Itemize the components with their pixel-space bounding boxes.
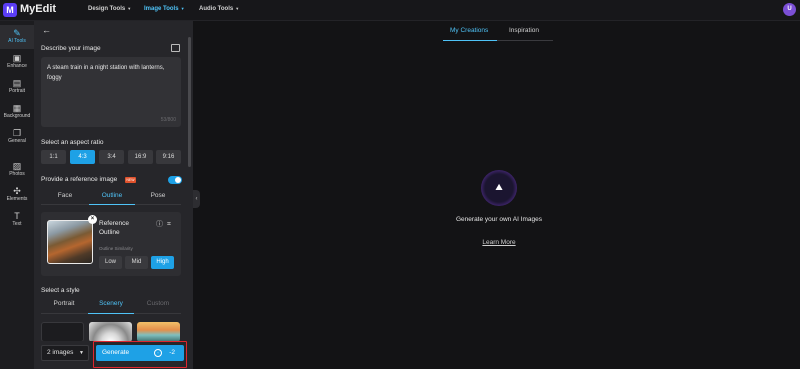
- ratio-4-3[interactable]: 4:3: [70, 150, 95, 164]
- image-upload-icon[interactable]: [171, 44, 180, 52]
- tab-custom[interactable]: Custom: [140, 300, 176, 307]
- chevron-down-icon: ▼: [235, 6, 240, 11]
- reference-title: Reference Outline: [99, 220, 129, 236]
- nav-image-tools[interactable]: Image Tools ▼: [144, 6, 185, 12]
- tab-active-underline: [89, 204, 135, 205]
- image-icon: ⛰: [495, 182, 503, 192]
- similarity-high[interactable]: High: [151, 256, 174, 269]
- tab-outline[interactable]: Outline: [95, 192, 129, 199]
- rail-item-text[interactable]: T Text: [0, 208, 34, 232]
- general-icon: ❐: [12, 128, 22, 138]
- learn-more-link[interactable]: Learn More: [475, 239, 523, 246]
- photos-icon: ▨: [12, 161, 22, 171]
- style-thumb-mandala[interactable]: [89, 322, 132, 342]
- myedit-logo-icon[interactable]: M: [3, 3, 17, 17]
- reference-toggle[interactable]: [168, 176, 182, 184]
- rail-item-portrait[interactable]: ▤ Portrait: [0, 75, 34, 99]
- portrait-icon: ▤: [12, 78, 22, 88]
- brand-name[interactable]: MyEdit: [20, 3, 56, 15]
- tab-scenery[interactable]: Scenery: [92, 300, 130, 307]
- describe-label: Describe your image: [41, 45, 101, 52]
- tab-face[interactable]: Face: [50, 192, 80, 199]
- char-counter: 53/800: [160, 117, 176, 123]
- rail-item-general[interactable]: ❐ General: [0, 125, 34, 149]
- avatar[interactable]: U: [783, 3, 796, 16]
- chevron-down-icon: ▼: [79, 350, 84, 356]
- similarity-mid[interactable]: Mid: [125, 256, 148, 269]
- close-icon[interactable]: ×: [88, 215, 97, 224]
- magic-wand-icon: ✎: [13, 28, 21, 38]
- collapse-panel-button[interactable]: ‹: [193, 190, 200, 208]
- reference-label: Provide a reference image: [41, 176, 118, 183]
- chevron-left-icon: ‹: [195, 196, 198, 202]
- style-thumb-landscape[interactable]: [137, 322, 180, 342]
- rail-item-enhance[interactable]: ▣ Enhance: [0, 50, 34, 74]
- crop-icon[interactable]: ⌗: [167, 221, 175, 228]
- back-arrow-icon[interactable]: ←: [42, 25, 51, 35]
- prompt-text[interactable]: A steam train in a night station with la…: [47, 63, 169, 83]
- nav-audio-tools[interactable]: Audio Tools ▼: [199, 6, 239, 12]
- style-thumb-none[interactable]: [41, 322, 84, 342]
- nav-design-tools[interactable]: Design Tools ▼: [88, 6, 131, 12]
- empty-state-title: Generate your own AI Images: [456, 216, 542, 223]
- info-icon[interactable]: ⓘ: [156, 221, 167, 228]
- ratio-1-1[interactable]: 1:1: [41, 150, 66, 164]
- image-count-select[interactable]: 2 images ▼: [41, 345, 89, 361]
- style-label: Select a style: [41, 287, 80, 294]
- reference-thumbnail[interactable]: [47, 220, 93, 264]
- tab-inspiration[interactable]: Inspiration: [509, 27, 539, 34]
- ratio-16-9[interactable]: 16:9: [128, 150, 153, 164]
- chevron-down-icon: ▼: [180, 6, 185, 11]
- reference-actions: ⓘ⌗: [156, 219, 175, 229]
- enhance-icon: ▣: [12, 53, 22, 63]
- background-icon: ▦: [12, 103, 22, 113]
- ratio-3-4[interactable]: 3:4: [99, 150, 124, 164]
- similarity-low[interactable]: Low: [99, 256, 122, 269]
- rail-item-ai-tools[interactable]: ✎ AI Tools: [0, 25, 34, 49]
- tab-portrait[interactable]: Portrait: [46, 300, 82, 307]
- tab-my-creations[interactable]: My Creations: [450, 27, 488, 34]
- tab-pose[interactable]: Pose: [143, 192, 173, 199]
- rail-item-photos[interactable]: ▨ Photos: [0, 158, 34, 182]
- panel-scrollbar[interactable]: [188, 37, 191, 167]
- rail-item-elements[interactable]: ✣ Elements: [0, 183, 34, 207]
- text-icon: T: [14, 211, 20, 221]
- similarity-label: Outline Similarity: [99, 246, 133, 251]
- generate-highlight-box: [93, 341, 187, 368]
- ratio-9-16[interactable]: 9:16: [156, 150, 181, 164]
- new-badge: NEW: [125, 177, 136, 183]
- prompt-textarea[interactable]: A steam train in a night station with la…: [41, 57, 181, 127]
- style-active-underline: [88, 313, 134, 314]
- chevron-down-icon: ▼: [127, 6, 132, 11]
- rail-item-background[interactable]: ▦ Background: [0, 100, 34, 124]
- main-tab-underline: [443, 40, 497, 41]
- elements-icon: ✣: [13, 186, 21, 196]
- aspect-label: Select an aspect ratio: [41, 139, 104, 146]
